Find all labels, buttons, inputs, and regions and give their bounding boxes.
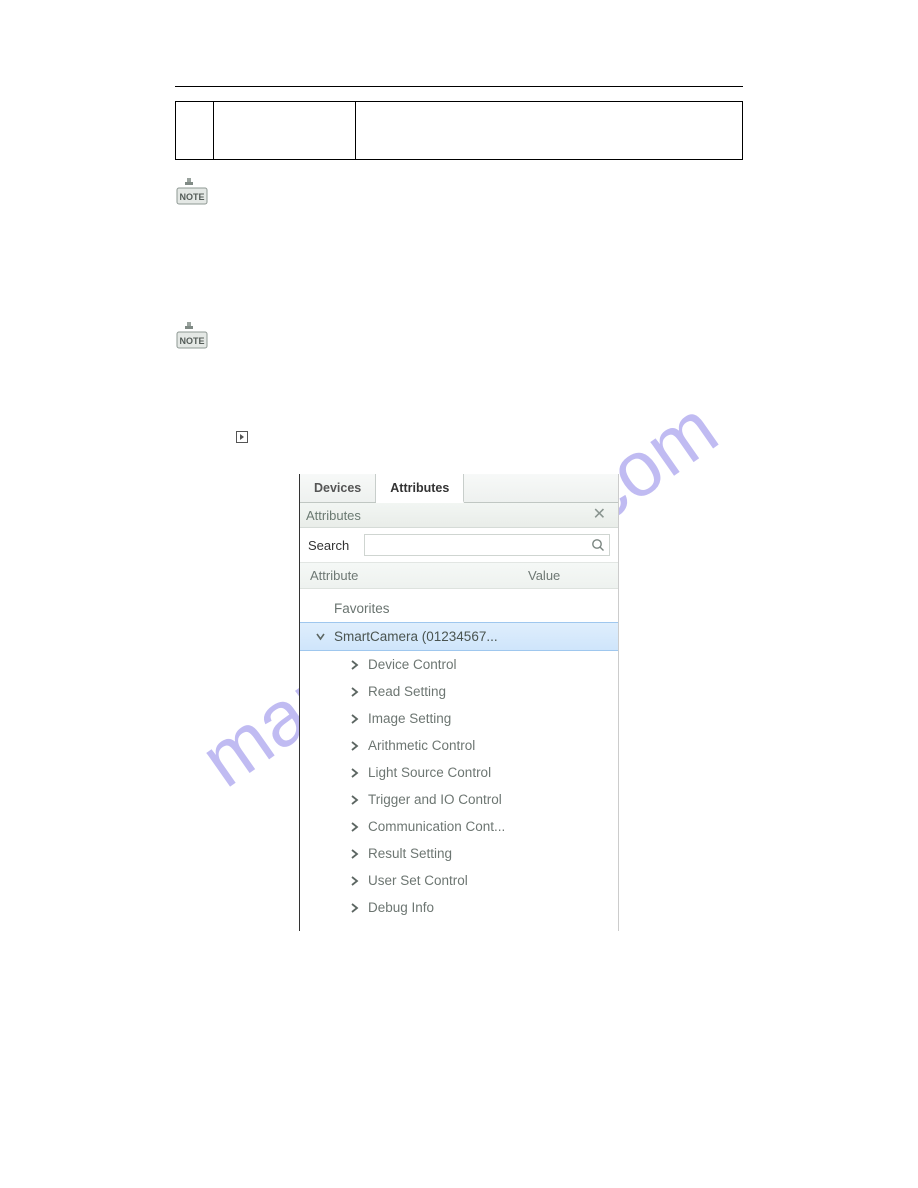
tree-item-arithmetic-control[interactable]: Arithmetic Control [300, 732, 618, 759]
search-label: Search [308, 538, 356, 553]
tree-item-read-setting[interactable]: Read Setting [300, 678, 618, 705]
note-block: NOTE [175, 176, 743, 206]
inline-arrow-row [235, 430, 743, 444]
table-cell [214, 102, 356, 160]
tree-label: Image Setting [368, 711, 451, 726]
horizontal-rule [175, 86, 743, 87]
search-input[interactable] [365, 536, 587, 554]
tree-label: Result Setting [368, 846, 452, 861]
search-box [364, 534, 610, 556]
empty-table [175, 101, 743, 160]
blank-space [175, 364, 743, 412]
tab-bar: Devices Attributes [300, 474, 618, 503]
tab-attributes[interactable]: Attributes [376, 474, 464, 503]
chevron-right-icon [346, 822, 362, 832]
tree-label: User Set Control [368, 873, 468, 888]
tree-label: Trigger and IO Control [368, 792, 502, 807]
chevron-right-icon [346, 660, 362, 670]
chevron-right-icon [346, 903, 362, 913]
tree-label: Light Source Control [368, 765, 491, 780]
tree-item-communication-control[interactable]: Communication Cont... [300, 813, 618, 840]
tab-devices[interactable]: Devices [300, 474, 376, 502]
tree-item-device-control[interactable]: Device Control [300, 651, 618, 678]
expand-box-icon [235, 430, 249, 444]
tree-label: Read Setting [368, 684, 446, 699]
tree-label: Favorites [334, 601, 390, 616]
tree-label: Device Control [368, 657, 457, 672]
attributes-panel: Devices Attributes Attributes ✕ Search [299, 474, 619, 931]
chevron-down-icon [312, 631, 328, 642]
chevron-right-icon [346, 795, 362, 805]
tree-item-user-set-control[interactable]: User Set Control [300, 867, 618, 894]
chevron-right-icon [346, 876, 362, 886]
tree-root-smartcamera[interactable]: SmartCamera (01234567... [300, 622, 618, 651]
tree-item-result-setting[interactable]: Result Setting [300, 840, 618, 867]
document-page: NOTE NOTE Devices Attribut [0, 0, 918, 971]
tree-label: Debug Info [368, 900, 434, 915]
column-header-row: Attribute Value [300, 563, 618, 589]
svg-text:NOTE: NOTE [179, 192, 204, 202]
svg-text:NOTE: NOTE [179, 336, 204, 346]
column-header-value: Value [528, 568, 608, 583]
attribute-tree: Favorites SmartCamera (01234567... Devic… [300, 589, 618, 931]
table-cell [176, 102, 214, 160]
tree-item-debug-info[interactable]: Debug Info [300, 894, 618, 921]
tree-label: SmartCamera (01234567... [334, 629, 498, 644]
chevron-right-icon [346, 741, 362, 751]
note-icon: NOTE [175, 320, 211, 350]
table-row [176, 102, 743, 160]
tree-item-image-setting[interactable]: Image Setting [300, 705, 618, 732]
chevron-right-icon [346, 849, 362, 859]
note-block: NOTE [175, 320, 743, 350]
search-icon[interactable] [587, 538, 609, 552]
blank-space [175, 220, 743, 320]
tree-label: Communication Cont... [368, 819, 505, 834]
chevron-right-icon [346, 768, 362, 778]
chevron-right-icon [346, 687, 362, 697]
tree-item-light-source-control[interactable]: Light Source Control [300, 759, 618, 786]
tree-favorites[interactable]: Favorites [300, 595, 618, 622]
panel-title: Attributes [306, 508, 361, 523]
table-cell [356, 102, 743, 160]
column-header-attribute: Attribute [310, 568, 528, 583]
search-row: Search [300, 528, 618, 563]
chevron-right-icon [346, 714, 362, 724]
panel-titlebar: Attributes ✕ [300, 503, 618, 528]
tree-item-trigger-io-control[interactable]: Trigger and IO Control [300, 786, 618, 813]
note-icon: NOTE [175, 176, 211, 206]
close-icon[interactable]: ✕ [589, 507, 610, 523]
tree-label: Arithmetic Control [368, 738, 475, 753]
